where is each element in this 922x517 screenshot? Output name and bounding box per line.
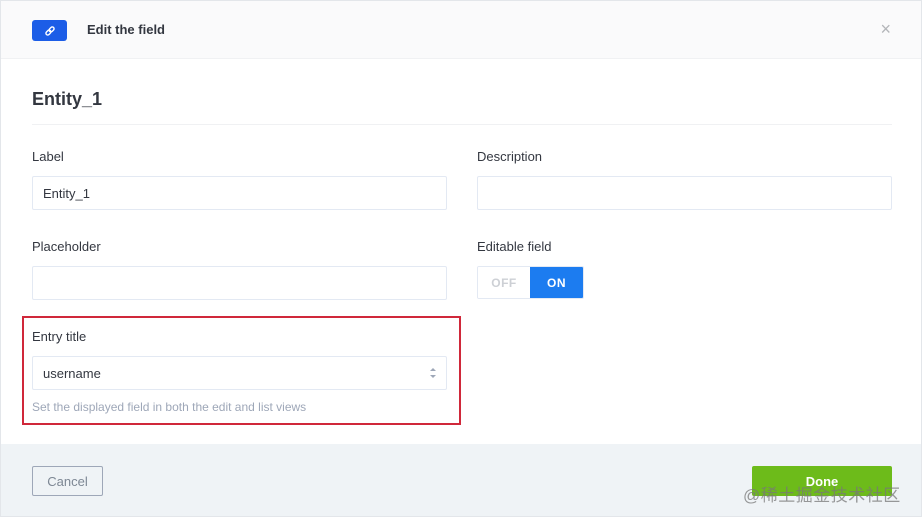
select-arrows-icon bbox=[429, 366, 437, 380]
label-input[interactable]: Entity_1 bbox=[32, 176, 447, 210]
description-field-label: Description bbox=[477, 149, 543, 164]
toggle-on-option[interactable]: ON bbox=[530, 267, 583, 298]
cancel-button[interactable]: Cancel bbox=[32, 466, 103, 496]
entry-title-selected-value: username bbox=[43, 365, 101, 381]
entry-title-select[interactable]: username bbox=[32, 356, 447, 390]
edit-field-modal: Edit the field × Entity_1 Label Entity_1… bbox=[0, 0, 922, 517]
entry-title-helper-text: Set the displayed field in both the edit… bbox=[32, 400, 307, 414]
entry-title-label: Entry title bbox=[32, 329, 87, 344]
toggle-off-option[interactable]: OFF bbox=[478, 267, 531, 298]
placeholder-field-label: Placeholder bbox=[32, 239, 101, 254]
section-title: Entity_1 bbox=[32, 89, 103, 109]
section-divider bbox=[32, 124, 892, 125]
close-icon[interactable]: × bbox=[880, 20, 891, 38]
placeholder-input[interactable] bbox=[32, 266, 447, 300]
watermark: @稀土掘金技术社区 bbox=[743, 486, 901, 505]
editable-toggle[interactable]: OFF ON bbox=[477, 266, 584, 299]
description-input[interactable] bbox=[477, 176, 892, 210]
modal-header: Edit the field × bbox=[1, 1, 921, 59]
label-field-label: Label bbox=[32, 149, 64, 164]
editable-field-label: Editable field bbox=[477, 239, 552, 254]
link-icon bbox=[32, 20, 67, 41]
modal-title: Edit the field bbox=[87, 22, 165, 37]
